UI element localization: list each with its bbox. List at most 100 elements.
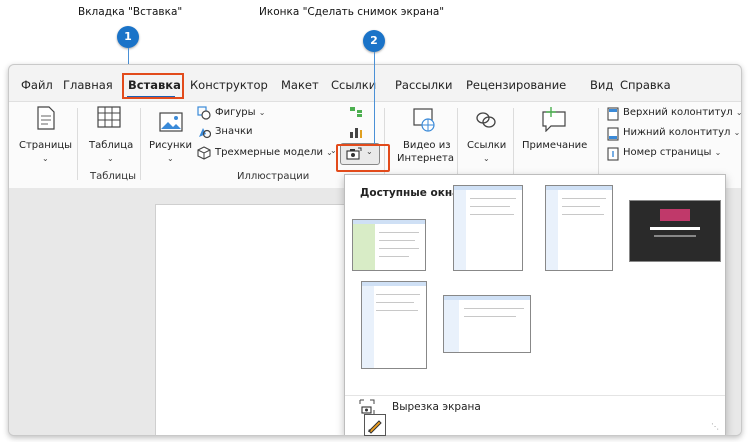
callout-2-badge: 2 [363,30,385,52]
window-thumbnail[interactable] [352,219,426,271]
tab-design[interactable]: Конструктор [190,78,268,92]
thumb-line [376,294,420,295]
tab-home[interactable]: Главная [63,78,113,92]
thumb-line [464,316,516,317]
icons-button[interactable]: Значки [215,126,253,137]
pictures-icon[interactable] [159,112,183,132]
window-thumbnail[interactable] [545,185,613,271]
links-icon[interactable] [475,110,497,130]
ribbon-separator [457,108,458,180]
screenshot-icon-highlight [336,144,390,172]
footer-button[interactable]: Нижний колонтитул ⌄ [623,127,740,138]
table-chevron-icon[interactable]: ⌄ [107,154,114,163]
ribbon-separator [598,108,599,180]
header-label: Верхний колонтитул [623,107,733,118]
tab-file[interactable]: Файл [21,78,53,92]
tab-view[interactable]: Вид [590,78,613,92]
header-chevron-icon: ⌄ [735,108,742,117]
window-thumbnail[interactable] [453,185,523,271]
thumb-panel [353,224,375,270]
footer-icon[interactable] [607,127,619,141]
ribbon-separator [140,108,141,180]
screen-clipping-item[interactable]: Вырезка экрана [392,401,481,413]
callout-1-text: Вкладка "Вставка" [78,6,183,18]
comment-button[interactable]: Примечание [522,140,587,151]
pictures-button[interactable]: Рисунки [149,140,192,151]
shapes-button[interactable]: Фигуры ⌄ [215,107,265,118]
thumb-line [562,198,606,199]
screen-clipping-icon[interactable] [359,399,375,415]
thumb-line [654,235,696,237]
thumb-line [379,248,419,249]
word-window: Файл Главная Вставка Конструктор Макет С… [8,64,742,436]
available-windows-title: Доступные окна [360,187,460,199]
thumb-line [470,214,514,215]
links-button[interactable]: Ссылки [467,140,506,151]
thumb-line [379,256,409,257]
pages-chevron-icon[interactable]: ⌄ [42,154,49,163]
smartart-icon[interactable] [349,106,363,118]
shapes-label: Фигуры [215,107,256,118]
3d-models-button[interactable]: Трехмерные модели ⌄ [215,147,333,158]
comment-icon[interactable] [541,106,567,132]
thumb-line [376,310,418,311]
page-number-icon[interactable] [607,147,619,161]
icons-icon[interactable] [197,125,211,139]
chart-icon[interactable] [349,125,363,139]
insert-tab-highlight [122,73,184,99]
illustrations-group-label: Иллюстрации [237,171,310,182]
thumb-sidebar [444,300,460,352]
header-button[interactable]: Верхний колонтитул ⌄ [623,107,742,118]
tab-help[interactable]: Справка [620,78,671,92]
thumb-sidebar [546,190,558,270]
footer-chevron-icon: ⌄ [733,128,741,137]
tab-layout[interactable]: Макет [281,78,319,92]
callout-1-badge: 1 [117,26,139,48]
ribbon-separator [513,108,514,180]
thumb-line [562,206,600,207]
tab-review[interactable]: Рецензирование [466,78,566,92]
thumb-line [379,240,415,241]
pen-icon[interactable] [364,414,386,436]
table-icon[interactable] [97,106,121,128]
shapes-icon[interactable] [197,106,211,120]
page-number-chevron-icon: ⌄ [714,148,722,157]
pictures-chevron-icon[interactable]: ⌄ [167,154,174,163]
footer-label: Нижний колонтитул [623,127,731,138]
thumb-searchbar [650,227,700,230]
dropdown-divider [345,395,725,396]
online-video-line1[interactable]: Видео из [403,140,451,151]
pages-icon[interactable] [37,106,55,130]
header-icon[interactable] [607,107,619,121]
tab-references[interactable]: Ссылки [331,78,376,92]
ribbon-separator [77,108,78,180]
tables-group-label: Таблицы [90,171,136,182]
page-number-button[interactable]: Номер страницы ⌄ [623,147,721,158]
callout-2-line [374,52,375,146]
window-thumbnail[interactable] [443,295,531,353]
window-thumbnail[interactable] [629,200,721,262]
thumb-line [470,206,510,207]
screenshot-root: { "callouts": { "one": { "number": "1", … [0,0,750,442]
ribbon-tabs: Файл Главная Вставка Конструктор Макет С… [9,65,741,101]
thumb-line [470,198,516,199]
online-video-icon[interactable] [412,108,436,132]
table-button[interactable]: Таблица [89,140,133,151]
thumb-line [562,214,604,215]
screenshot-dropdown: Доступные окна Вырезка экрана ⋱ [344,174,726,435]
links-chevron-icon[interactable]: ⌄ [483,154,490,163]
thumb-line [376,302,414,303]
page-number-label: Номер страницы [623,147,712,158]
window-thumbnail[interactable] [361,281,427,369]
thumb-sidebar [362,286,374,368]
callout-2-text: Иконка "Сделать снимок экрана" [259,6,445,18]
pen-glyph [368,420,382,434]
3d-models-icon[interactable] [197,146,211,160]
resize-grip-icon[interactable]: ⋱ [711,422,719,431]
tab-mailings[interactable]: Рассылки [395,78,452,92]
3d-models-label: Трехмерные модели [215,147,323,158]
thumb-line [379,232,419,233]
pages-button[interactable]: Страницы [19,140,72,151]
shapes-chevron-icon: ⌄ [258,108,266,117]
online-video-line2[interactable]: Интернета [397,153,454,164]
